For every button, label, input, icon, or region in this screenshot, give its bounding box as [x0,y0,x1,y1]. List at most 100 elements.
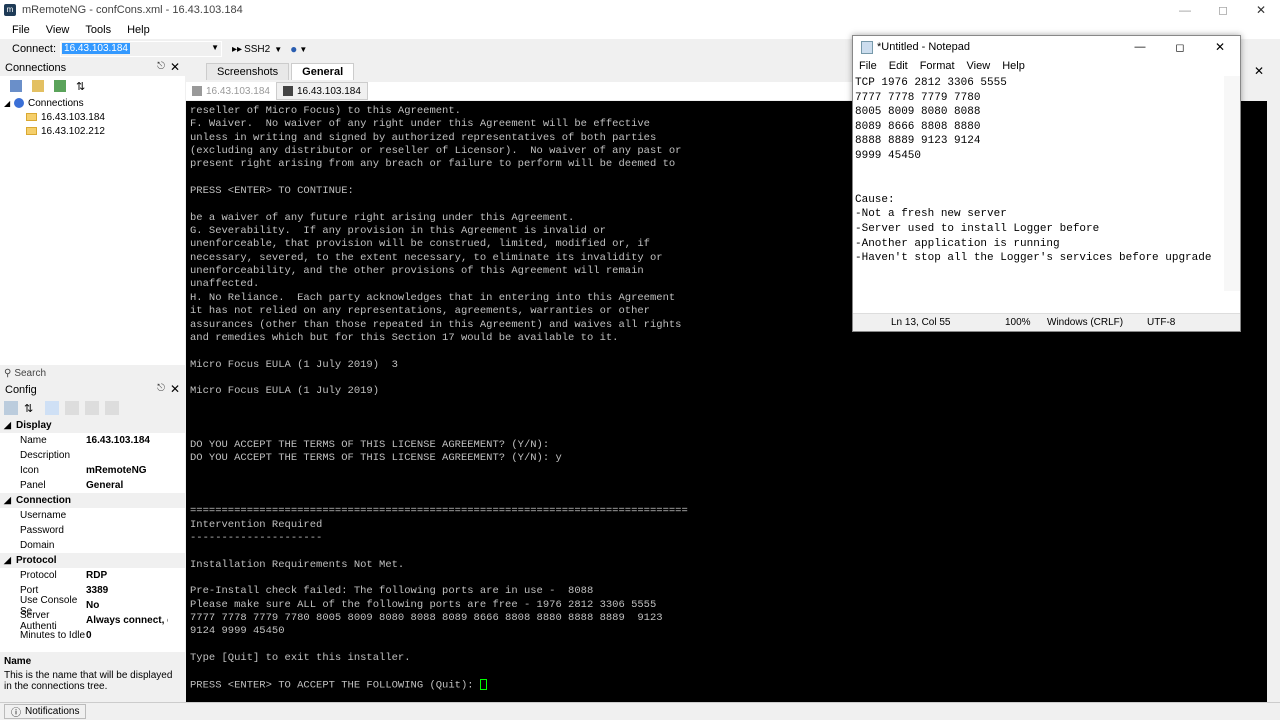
chevron-down-icon[interactable]: ▼ [211,43,219,52]
terminal-line: Micro Focus EULA (1 July 2019) 3 [190,358,398,371]
protocol-dropdown[interactable]: SSH2 [244,44,270,55]
minimize-icon[interactable]: — [1166,0,1204,20]
notepad-editor[interactable]: TCP 1976 2812 3306 5555 7777 7778 7779 7… [855,76,1227,291]
hosts-icon[interactable] [105,401,120,415]
chevron-down-icon[interactable]: ▼ [274,45,282,54]
minimize-icon[interactable]: — [1120,41,1160,53]
categorized-icon[interactable] [4,401,18,415]
tab-screenshots[interactable]: Screenshots [206,63,290,80]
tab-general[interactable]: General [291,63,355,80]
terminal-icon [192,86,202,96]
new-connection-icon[interactable] [10,80,22,92]
prop-protocol[interactable]: Protocol RDP [0,568,185,583]
notepad-title-bar: *Untitled - Notepad — ◻ ✕ [853,36,1240,58]
notepad-menu-format[interactable]: Format [914,60,961,72]
maximize-icon[interactable]: ◻ [1204,0,1242,20]
terminal-line: DO YOU ACCEPT THE TERMS OF THIS LICENSE … [190,451,562,464]
cursor-position: Ln 13, Col 55 [891,317,951,328]
inherit-icon[interactable] [85,401,100,415]
protocol-icon: ▸▸ [232,43,243,55]
help-title: Name [4,656,32,667]
menu-help[interactable]: Help [119,24,158,36]
prop-minutes-idle[interactable]: Minutes to Idle 0 [0,628,185,643]
globe-icon[interactable]: ● [290,42,297,56]
terminal-line: H. No Reliance. Each party acknowledges … [190,291,676,304]
line-ending: Windows (CRLF) [1047,317,1124,328]
panel-tabs: Screenshots General [186,62,852,80]
notepad-menu-file[interactable]: File [853,60,883,72]
collapse-icon[interactable]: ◢ [4,495,16,506]
collapse-icon[interactable]: ◢ [4,555,16,566]
category-display[interactable]: ◢ Display [0,418,185,433]
terminal-scrollbar[interactable] [1267,101,1280,702]
notepad-menu-help[interactable]: Help [996,60,1031,72]
notepad-menu-edit[interactable]: Edit [883,60,914,72]
collapse-icon[interactable]: ◢ [4,420,16,431]
sort-icon[interactable]: ⇅ [76,80,85,93]
default-icon[interactable] [65,401,80,415]
connect-combo[interactable]: 16.43.103.184 ▼ [60,41,223,57]
prop-server-auth[interactable]: Server AuthentiAlways connect, ev [0,610,185,632]
prop-username[interactable]: Username [0,508,185,523]
search-placeholder: Search [14,367,47,379]
notifications-tab[interactable]: ⓘ Notifications [4,704,87,719]
terminal-line: necessary, severed, to the extent necess… [190,251,663,264]
pin-icon[interactable]: ⎋ [157,383,165,394]
chevron-down-icon[interactable]: ▼ [299,45,307,54]
tree-item[interactable]: 16.43.103.184 [4,110,185,124]
maximize-icon[interactable]: ◻ [1160,41,1200,54]
tree-root[interactable]: ◢ Connections [4,96,185,110]
terminal-line: (excluding any distributor or reseller o… [190,145,682,158]
close-icon[interactable]: ✕ [1200,40,1240,54]
new-folder-icon[interactable] [32,80,44,92]
close-icon[interactable]: ✕ [170,60,180,74]
category-protocol[interactable]: ◢ Protocol [0,553,185,568]
prop-icon[interactable]: Icon mRemoteNG [0,463,185,478]
pin-icon[interactable]: ⎋ [157,61,165,72]
notepad-hscrollbar[interactable] [853,298,1225,312]
close-icon[interactable]: ✕ [1254,64,1264,78]
prop-name[interactable]: Name 16.43.103.184 [0,433,185,448]
terminal-line: 9124 9999 45450 [190,625,285,638]
menu-tools[interactable]: Tools [77,24,119,36]
terminal-line: DO YOU ACCEPT THE TERMS OF THIS LICENSE … [190,438,550,451]
terminal-line: unenforceability, and the other provisio… [190,265,644,278]
terminal-icon [282,86,293,96]
sort-icon[interactable]: ⇅ [24,402,33,415]
close-icon[interactable]: ✕ [170,382,180,396]
connect-value: 16.43.103.184 [62,43,130,54]
folder-icon [26,127,37,135]
terminal-line: G. Severability. If any provision in thi… [190,225,606,238]
connection-tab-active[interactable]: 16.43.103.184 [275,82,368,100]
prop-password[interactable]: Password [0,523,185,538]
view-icon[interactable] [54,80,66,92]
terminal-line: unless in writing and signed by authoriz… [190,131,657,144]
menu-view[interactable]: View [38,24,78,36]
tree-item[interactable]: 16.43.102.212 [4,124,185,138]
menu-file[interactable]: File [4,24,38,36]
notepad-window: *Untitled - Notepad — ◻ ✕ File Edit Form… [852,35,1241,332]
notepad-vscrollbar[interactable] [1224,76,1240,291]
connection-tab[interactable]: 16.43.103.184 [186,82,276,100]
terminal-line: Intervention Required [190,518,323,531]
notepad-menu: File Edit Format View Help [853,58,1240,74]
close-icon[interactable]: ✕ [1242,0,1280,20]
terminal-line: Pre-Install check failed: The following … [190,585,594,598]
notepad-menu-view[interactable]: View [961,60,997,72]
category-connection[interactable]: ◢ Connection [0,493,185,508]
terminal-line: it has not relied on any representations… [190,305,650,318]
status-bar: ⓘ Notifications [0,702,1280,720]
prop-panel[interactable]: Panel General [0,478,185,493]
search-icon: ⚲ [4,367,12,379]
terminal-line: reseller of Micro Focus) to this Agreeme… [190,105,461,117]
search-box[interactable]: ⚲ Search [0,365,185,381]
prop-domain[interactable]: Domain [0,538,185,553]
connections-tree: ◢ Connections 16.43.103.184 16.43.102.212 [0,96,185,138]
properties-icon[interactable] [45,401,60,415]
prop-description[interactable]: Description [0,448,185,463]
